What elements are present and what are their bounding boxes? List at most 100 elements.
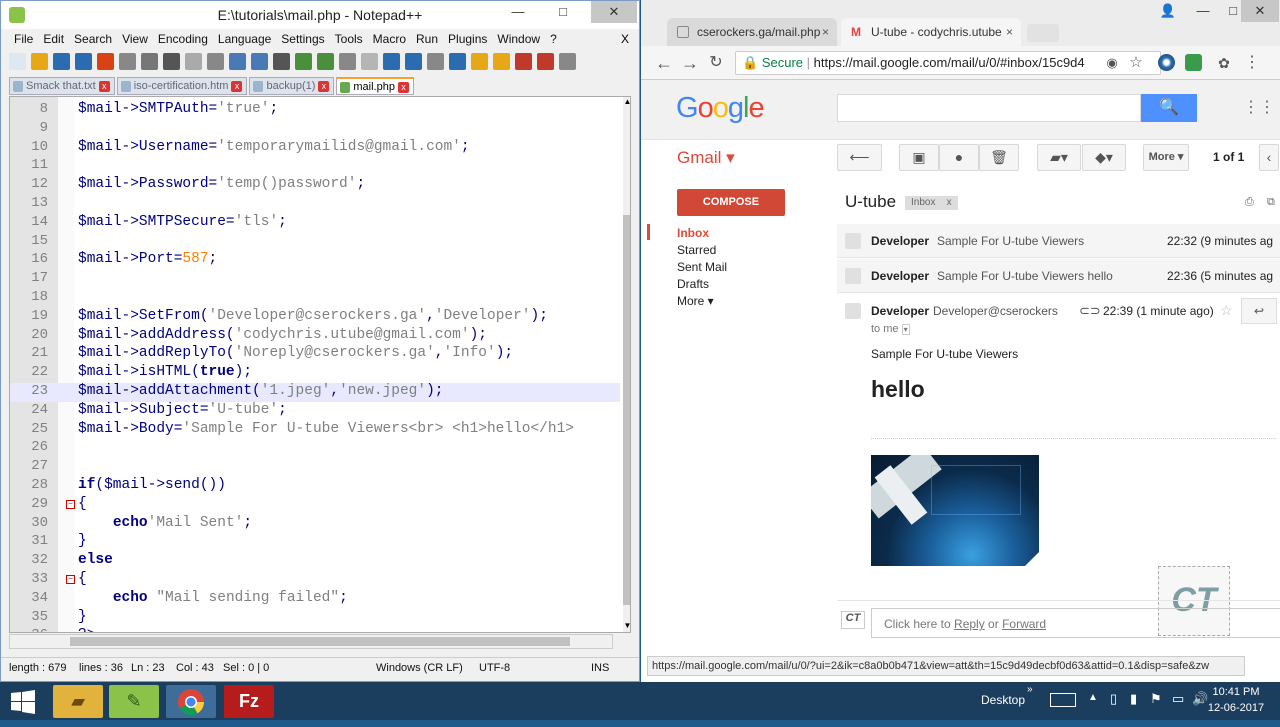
action-center-icon[interactable]: ⚑ bbox=[1150, 691, 1162, 707]
code-line[interactable]: 32 else bbox=[10, 552, 620, 571]
toolbar-button-icon[interactable] bbox=[405, 52, 422, 70]
labels-button[interactable]: ◆▾ bbox=[1082, 144, 1126, 171]
code-line[interactable]: 21 $mail->addReplyTo('Noreply@cserockers.… bbox=[10, 345, 620, 364]
extension-icon[interactable] bbox=[1185, 54, 1202, 71]
document-tab[interactable]: Smack that.txt x bbox=[9, 77, 115, 95]
forward-icon[interactable]: → bbox=[679, 52, 701, 74]
recipient-toggle[interactable]: to me ▾ bbox=[871, 323, 910, 335]
compose-button[interactable]: COMPOSE bbox=[677, 189, 785, 216]
code-line[interactable]: 25 $mail->Body='Sample For U-tube Viewers… bbox=[10, 421, 620, 440]
minimize-icon[interactable]: — bbox=[501, 1, 535, 23]
menu-item[interactable]: Window bbox=[492, 30, 545, 48]
report-spam-button[interactable]: ● bbox=[939, 144, 979, 171]
maximize-icon[interactable]: □ bbox=[546, 1, 580, 23]
code-line[interactable]: 16 $mail->Port=587; bbox=[10, 251, 620, 270]
code-line[interactable]: 15 bbox=[10, 233, 620, 252]
fold-toggle-icon[interactable]: − bbox=[66, 575, 75, 584]
code-line[interactable]: 11 bbox=[10, 157, 620, 176]
tab-close-icon[interactable]: x bbox=[397, 82, 409, 93]
toolbar-button-icon[interactable] bbox=[251, 52, 268, 70]
google-logo[interactable]: Google bbox=[676, 92, 765, 125]
gmail-menu[interactable]: Gmail ▾ bbox=[677, 148, 735, 168]
code-line[interactable]: 27 bbox=[10, 458, 620, 477]
menu-item[interactable]: Tools bbox=[330, 30, 368, 48]
message-row[interactable]: Developer Sample For U-tube Viewers 22:32 … bbox=[837, 224, 1280, 258]
menu-close-icon[interactable]: X bbox=[621, 32, 629, 46]
file-explorer-icon[interactable]: ▰ bbox=[53, 685, 103, 718]
menu-item[interactable]: Run bbox=[411, 30, 443, 48]
toolbar-button-icon[interactable] bbox=[317, 52, 334, 70]
nav-item[interactable]: Drafts bbox=[677, 277, 709, 291]
code-line[interactable]: 31} bbox=[10, 533, 620, 552]
tab-gmail[interactable]: M U-tube - codychris.utube × bbox=[841, 18, 1021, 46]
notepadpp-taskbar-icon[interactable]: ✎ bbox=[109, 685, 159, 718]
code-line[interactable]: 8 $mail->SMTPAuth='true'; bbox=[10, 101, 620, 120]
code-line[interactable]: 9 bbox=[10, 120, 620, 139]
toolbar-button-icon[interactable] bbox=[119, 52, 136, 70]
toolbar-button-icon[interactable] bbox=[427, 52, 444, 70]
toolbar-button-icon[interactable] bbox=[75, 52, 92, 70]
menu-item[interactable]: Plugins bbox=[443, 30, 492, 48]
tab-close-icon[interactable]: x bbox=[318, 81, 330, 92]
chrome-taskbar-icon[interactable] bbox=[166, 685, 216, 718]
url-bar[interactable]: 🔒 Secure | https://mail.google.com/mail/… bbox=[735, 51, 1161, 75]
code-line[interactable]: 13 bbox=[10, 195, 620, 214]
filezilla-icon[interactable]: Fz bbox=[224, 685, 274, 718]
reply-box[interactable]: Click here to Reply or Forward bbox=[871, 608, 1280, 638]
toolbar-button-icon[interactable] bbox=[141, 52, 158, 70]
menu-item[interactable]: Settings bbox=[276, 30, 329, 48]
toolbar-button-icon[interactable] bbox=[295, 52, 312, 70]
code-line[interactable]: 14 $mail->SMTPSecure='tls'; bbox=[10, 214, 620, 233]
toolbar-button-icon[interactable] bbox=[537, 52, 554, 70]
minimize-icon[interactable]: — bbox=[1186, 0, 1220, 22]
toolbar-button-icon[interactable] bbox=[273, 52, 290, 70]
menu-item[interactable]: File bbox=[9, 30, 38, 48]
vertical-scrollbar[interactable]: ▲ ▼ bbox=[623, 97, 630, 632]
reload-icon[interactable]: ↻ bbox=[705, 52, 727, 74]
menu-item[interactable]: Search bbox=[69, 30, 117, 48]
chrome-menu-icon[interactable]: ⋮ bbox=[1241, 52, 1263, 74]
message-row[interactable]: Developer Sample For U-tube Viewers hello… bbox=[837, 259, 1280, 293]
battery-icon[interactable]: ▭ bbox=[1172, 691, 1184, 707]
network-icon[interactable]: ▮ bbox=[1130, 691, 1137, 707]
apps-grid-icon[interactable]: ⋮⋮ bbox=[1243, 100, 1275, 116]
clock-time[interactable]: 10:41 PM bbox=[1206, 686, 1266, 698]
user-icon[interactable]: 👤 bbox=[1151, 0, 1185, 22]
toolbar-button-icon[interactable] bbox=[471, 52, 488, 70]
menu-item[interactable]: Edit bbox=[38, 30, 69, 48]
code-line[interactable]: 36 ?> bbox=[10, 627, 620, 632]
tab-cserockers[interactable]: cserockers.ga/mail.php × bbox=[667, 18, 837, 46]
menu-item[interactable]: Language bbox=[213, 30, 276, 48]
clock-date[interactable]: 12-06-2017 bbox=[1206, 702, 1266, 714]
close-icon[interactable]: ✕ bbox=[591, 1, 637, 23]
tab-close-icon[interactable]: × bbox=[822, 18, 829, 46]
forward-link[interactable]: Forward bbox=[1002, 617, 1046, 631]
sender-name[interactable]: Developer bbox=[871, 304, 929, 318]
search-button[interactable]: 🔍 bbox=[1141, 94, 1197, 122]
tray-up-arrow-icon[interactable]: ▲ bbox=[1088, 692, 1098, 703]
toolbar-button-icon[interactable] bbox=[163, 52, 180, 70]
menu-item[interactable]: ? bbox=[545, 30, 562, 48]
code-line[interactable]: 35} bbox=[10, 609, 620, 628]
toolbar-button-icon[interactable] bbox=[229, 52, 246, 70]
nav-item[interactable]: Sent Mail bbox=[677, 260, 727, 274]
move-to-button[interactable]: ▰▾ bbox=[1037, 144, 1081, 171]
document-tab[interactable]: mail.php x bbox=[336, 77, 414, 95]
toolbar-expand-icon[interactable]: » bbox=[1027, 684, 1033, 695]
prev-page-button[interactable]: ‹ bbox=[1259, 144, 1279, 171]
document-tab[interactable]: iso-certification.htm x bbox=[116, 77, 248, 95]
desktop-toolbar[interactable]: Desktop bbox=[981, 693, 1025, 707]
toolbar-button-icon[interactable] bbox=[339, 52, 356, 70]
bookmark-star-icon[interactable]: ☆ bbox=[1125, 52, 1147, 74]
nav-item[interactable]: Starred bbox=[677, 243, 716, 257]
new-tab-button[interactable] bbox=[1027, 24, 1059, 42]
code-line[interactable]: 10 $mail->Username='temporarymailids@gmai… bbox=[10, 139, 620, 158]
keyboard-icon[interactable] bbox=[1050, 693, 1076, 707]
code-line[interactable]: 19 $mail->SetFrom('Developer@cserockers.g… bbox=[10, 308, 620, 327]
mail-search-input[interactable] bbox=[837, 94, 1141, 122]
toolbar-button-icon[interactable] bbox=[449, 52, 466, 70]
code-line[interactable]: 18 bbox=[10, 289, 620, 308]
code-line[interactable]: 29 −{ bbox=[10, 496, 620, 515]
toolbar-button-icon[interactable] bbox=[361, 52, 378, 70]
more-button[interactable]: More ▾ bbox=[1143, 144, 1189, 171]
